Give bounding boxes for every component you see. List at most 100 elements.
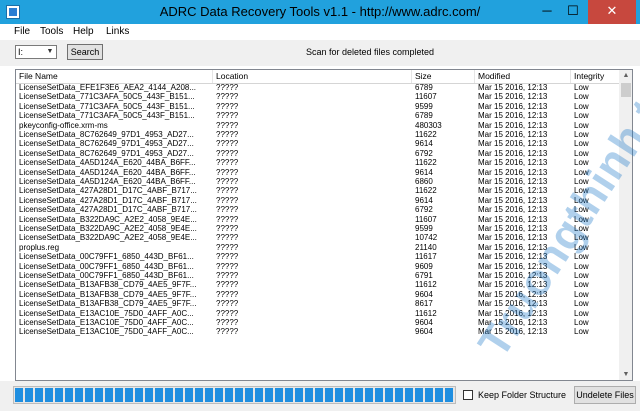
table-row[interactable]: LicenseSetData_EFE1F3E6_AEA2_4144_A208..… — [16, 83, 619, 92]
table-row[interactable]: LicenseSetData_B322DA9C_A2E2_4058_9E4E..… — [16, 215, 619, 224]
cell-modified: Mar 15 2016, 12:13 — [478, 186, 548, 196]
cell-file-name: LicenseSetData_427A28D1_D17C_4ABF_B717..… — [19, 195, 197, 205]
cell-integrity: Low — [574, 101, 589, 111]
drive-select[interactable]: I: ▼ — [15, 45, 57, 59]
cell-modified: Mar 15 2016, 12:13 — [478, 83, 548, 92]
cell-file-name: LicenseSetData_4A5D124A_E620_44BA_B6FF..… — [19, 158, 196, 168]
cell-file-name: pkeyconfig-office.xrm-ms — [19, 120, 108, 130]
scan-progress-bar — [13, 386, 456, 404]
progress-fill — [15, 388, 454, 402]
cell-location: ????? — [216, 280, 239, 290]
search-button[interactable]: Search — [67, 44, 103, 60]
cell-file-name: LicenseSetData_00C79FF1_6850_443D_BF61..… — [19, 271, 194, 280]
cell-location: ????? — [216, 205, 239, 215]
cell-location: ????? — [216, 92, 239, 102]
title-bar[interactable]: ADRC Data Recovery Tools v1.1 - http://w… — [0, 0, 640, 24]
cell-size: 9614 — [415, 195, 433, 205]
table-row[interactable]: LicenseSetData_771C3AFA_50C5_443F_B151..… — [16, 111, 619, 120]
table-row[interactable]: LicenseSetData_4A5D124A_E620_44BA_B6FF..… — [16, 158, 619, 167]
menu-file[interactable]: File — [14, 26, 30, 38]
table-row[interactable]: LicenseSetData_8C762649_97D1_4953_AD27..… — [16, 130, 619, 139]
cell-location: ????? — [216, 289, 239, 299]
cell-modified: Mar 15 2016, 12:13 — [478, 101, 548, 111]
cell-integrity: Low — [574, 92, 589, 102]
toolbar: I: ▼ Search Scan for deleted files compl… — [0, 40, 640, 66]
cell-integrity: Low — [574, 83, 589, 92]
keep-folder-structure-checkbox[interactable] — [463, 390, 473, 400]
close-button[interactable]: ✕ — [588, 0, 636, 24]
maximize-button[interactable]: ☐ — [560, 0, 586, 24]
cell-file-name: LicenseSetData_427A28D1_D17C_4ABF_B717..… — [19, 205, 197, 215]
cell-size: 6792 — [415, 205, 433, 215]
cell-file-name: LicenseSetData_00C79FF1_6850_443D_BF61..… — [19, 252, 194, 262]
table-row[interactable]: LicenseSetData_B322DA9C_A2E2_4058_9E4E..… — [16, 224, 619, 233]
cell-size: 21140 — [415, 242, 437, 252]
cell-modified: Mar 15 2016, 12:13 — [478, 130, 548, 139]
cell-size: 9604 — [415, 289, 433, 299]
cell-location: ????? — [216, 214, 239, 224]
cell-file-name: LicenseSetData_B322DA9C_A2E2_4058_9E4E..… — [19, 233, 197, 243]
cell-modified: Mar 15 2016, 12:13 — [478, 120, 548, 130]
cell-size: 6860 — [415, 177, 433, 186]
column-header-location[interactable]: Location — [213, 70, 412, 83]
cell-modified: Mar 15 2016, 12:13 — [478, 148, 548, 158]
table-row[interactable]: LicenseSetData_4A5D124A_E620_44BA_B6FF..… — [16, 168, 619, 177]
cell-file-name: LicenseSetData_B13AFB38_CD79_4AE5_9F7F..… — [19, 299, 197, 309]
cell-integrity: Low — [574, 318, 589, 327]
cell-file-name: LicenseSetData_EFE1F3E6_AEA2_4144_A208..… — [19, 83, 197, 92]
keep-folder-structure-label: Keep Folder Structure — [478, 390, 567, 400]
cell-file-name: LicenseSetData_8C762649_97D1_4953_AD27..… — [19, 139, 194, 149]
table-row[interactable]: LicenseSetData_771C3AFA_50C5_443F_B151..… — [16, 92, 619, 101]
cell-size: 11617 — [415, 252, 437, 262]
column-header-size[interactable]: Size — [412, 70, 475, 83]
table-row[interactable]: LicenseSetData_B322DA9C_A2E2_4058_9E4E..… — [16, 233, 619, 242]
menu-help[interactable]: Help — [73, 26, 94, 38]
cell-location: ????? — [216, 195, 239, 205]
cell-file-name: LicenseSetData_B322DA9C_A2E2_4058_9E4E..… — [19, 214, 197, 224]
scroll-up-icon[interactable]: ▲ — [619, 70, 632, 82]
table-row[interactable]: LicenseSetData_427A28D1_D17C_4ABF_B717..… — [16, 186, 619, 195]
undelete-files-button[interactable]: Undelete Files — [574, 386, 636, 404]
cell-location: ????? — [216, 242, 239, 252]
cell-integrity: Low — [574, 299, 589, 309]
scroll-down-icon[interactable]: ▼ — [619, 369, 632, 380]
table-row[interactable]: LicenseSetData_771C3AFA_50C5_443F_B151..… — [16, 102, 619, 111]
column-header-integrity[interactable]: Integrity — [571, 70, 619, 83]
drive-select-value: I: — [18, 47, 24, 57]
column-header-file-name[interactable]: File Name — [16, 70, 213, 83]
table-row[interactable]: LicenseSetData_427A28D1_D17C_4ABF_B717..… — [16, 196, 619, 205]
cell-integrity: Low — [574, 271, 589, 280]
cell-size: 9599 — [415, 224, 433, 233]
menu-links[interactable]: Links — [106, 26, 129, 38]
cell-size: 11622 — [415, 130, 437, 139]
cell-location: ????? — [216, 261, 239, 271]
cell-size: 11607 — [415, 214, 437, 224]
cell-size: 10742 — [415, 233, 438, 243]
cell-file-name: LicenseSetData_771C3AFA_50C5_443F_B151..… — [19, 92, 195, 102]
cell-location: ????? — [216, 224, 239, 233]
cell-size: 8617 — [415, 299, 433, 309]
cell-location: ????? — [216, 233, 239, 243]
table-row[interactable]: LicenseSetData_427A28D1_D17C_4ABF_B717..… — [16, 205, 619, 214]
cell-location: ????? — [216, 318, 239, 327]
cell-location: ????? — [216, 299, 239, 309]
cell-location: ????? — [216, 308, 239, 318]
cell-location: ????? — [216, 101, 239, 111]
column-header-modified[interactable]: Modified — [475, 70, 571, 83]
cell-size: 11612 — [415, 308, 437, 318]
cell-location: ????? — [216, 252, 239, 262]
scan-status: Scan for deleted files completed — [305, 47, 435, 57]
table-header: File Name Location Size Modified Integri… — [16, 70, 619, 84]
file-list-table[interactable]: File Name Location Size Modified Integri… — [15, 69, 633, 381]
cell-modified: Mar 15 2016, 12:13 — [478, 158, 548, 168]
table-row[interactable]: LicenseSetData_8C762649_97D1_4953_AD27..… — [16, 149, 619, 158]
table-row[interactable]: LicenseSetData_4A5D124A_E620_44BA_B6FF..… — [16, 177, 619, 186]
cell-location: ????? — [216, 158, 239, 168]
table-row[interactable]: LicenseSetData_8C762649_97D1_4953_AD27..… — [16, 139, 619, 148]
cell-location: ????? — [216, 130, 239, 139]
cell-integrity: Low — [574, 308, 589, 318]
menu-tools[interactable]: Tools — [40, 26, 63, 38]
minimize-button[interactable]: ─ — [534, 0, 560, 24]
cell-location: ????? — [216, 83, 239, 92]
table-row[interactable]: pkeyconfig-office.xrm-ms????? 480303 Mar 1… — [16, 121, 619, 130]
